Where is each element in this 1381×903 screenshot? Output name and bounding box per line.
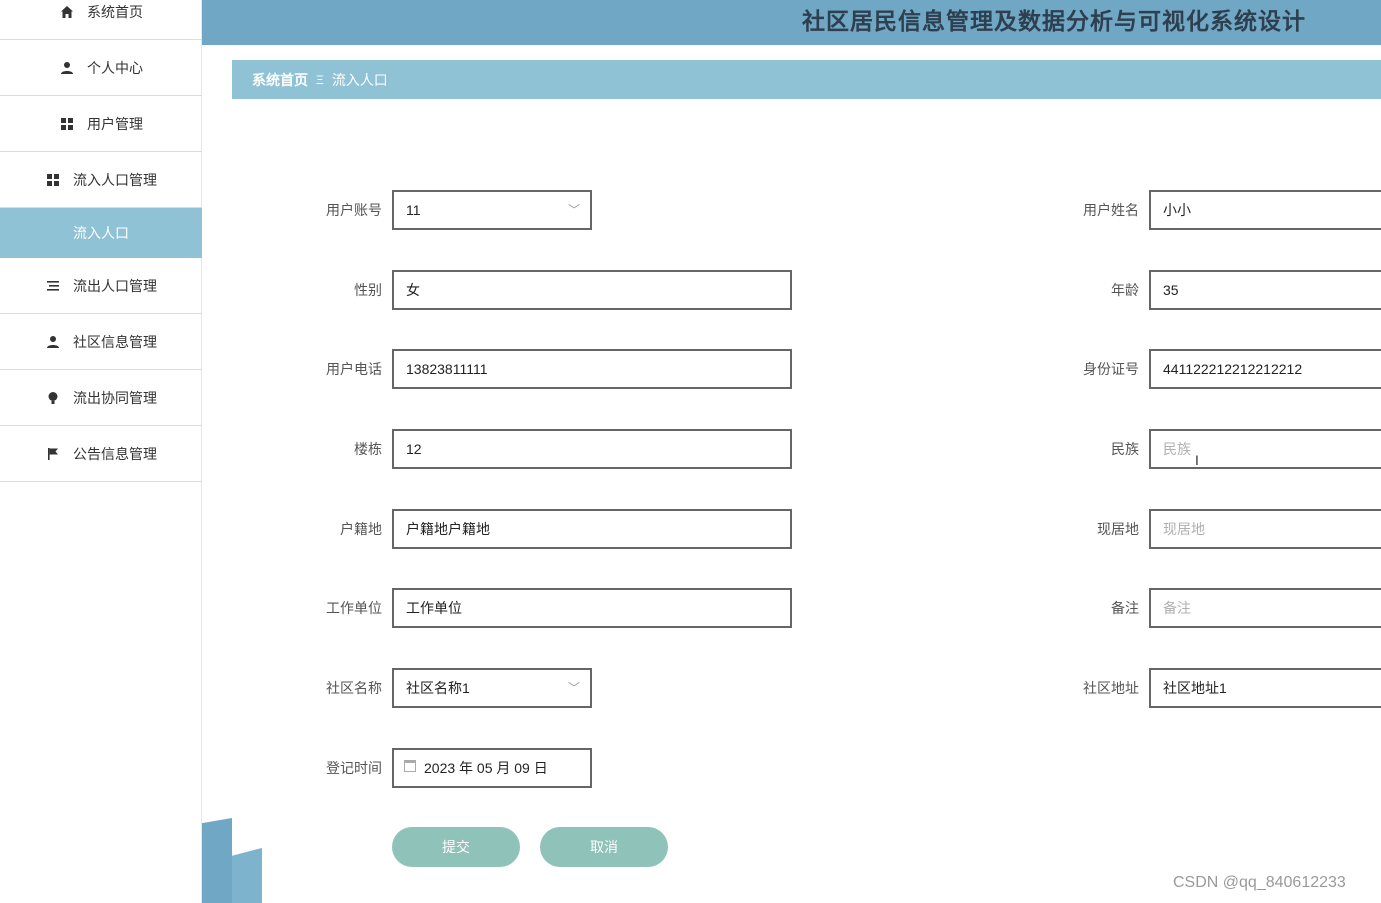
regtime-datepicker[interactable]: 2023 年 05 月 09 日: [392, 748, 592, 788]
building-field[interactable]: 12: [392, 429, 792, 469]
regtime-label: 登记时间: [326, 760, 382, 776]
building-label: 楼栋: [354, 441, 382, 457]
grid-icon: [59, 116, 75, 132]
top-header: 社区居民信息管理及数据分析与可视化系统设计: [202, 0, 1381, 45]
idcard-field[interactable]: 441122212212212212: [1149, 349, 1381, 389]
sidebar-item-label: 流入人口管理: [73, 171, 157, 188]
sidebar: 系统首页 个人中心 用户管理 流入人口管理 流入人口 流出人口管理 社区信息管理: [0, 0, 202, 903]
sidebar-item-outflow-coop[interactable]: 流出协同管理: [0, 370, 202, 426]
work-label: 工作单位: [326, 600, 382, 616]
idcard-label: 身份证号: [1083, 361, 1139, 377]
submit-button[interactable]: 提交: [392, 827, 520, 867]
sidebar-item-label: 用户管理: [87, 115, 143, 132]
sidebar-item-label: 流出协同管理: [73, 389, 157, 406]
watermark: CSDN @qq_840612233: [1173, 874, 1346, 891]
work-field[interactable]: 工作单位: [392, 588, 792, 628]
bulb-icon: [45, 390, 61, 406]
community-select[interactable]: 社区名称1 ﹀: [392, 668, 592, 708]
sidebar-item-label: 流出人口管理: [73, 277, 157, 294]
chevron-down-icon: ﹀: [567, 203, 580, 217]
residence-field[interactable]: 现居地: [1149, 509, 1381, 549]
age-label: 年龄: [1111, 282, 1139, 298]
chevron-down-icon: ﹀: [567, 681, 580, 695]
flag-icon: [45, 446, 61, 462]
sidebar-item-label: 流入人口: [73, 225, 129, 241]
sidebar-item-community[interactable]: 社区信息管理: [0, 314, 202, 370]
list-icon: [45, 278, 61, 294]
sidebar-item-notice[interactable]: 公告信息管理: [0, 426, 202, 482]
remark-field[interactable]: 备注: [1149, 588, 1381, 628]
hukou-field[interactable]: 户籍地户籍地: [392, 509, 792, 549]
regtime-value: 2023 年 05 月 09 日: [424, 760, 548, 776]
account-label: 用户账号: [326, 202, 382, 218]
ethnic-field[interactable]: 民族: [1149, 429, 1381, 469]
decorative-shape: [202, 818, 232, 903]
sidebar-item-home[interactable]: 系统首页: [0, 0, 202, 40]
breadcrumb: 系统首页 Ξ 流入人口: [232, 60, 1381, 99]
residence-label: 现居地: [1097, 521, 1139, 537]
community-label: 社区名称: [326, 680, 382, 696]
decorative-shape: [232, 848, 262, 903]
phone-field[interactable]: 13823811111: [392, 349, 792, 389]
home-icon: [59, 4, 75, 20]
phone-label: 用户电话: [326, 361, 382, 377]
ethnic-label: 民族: [1111, 441, 1139, 457]
sidebar-item-label: 系统首页: [87, 3, 143, 20]
remark-label: 备注: [1111, 600, 1139, 616]
cancel-button[interactable]: 取消: [540, 827, 668, 867]
sidebar-item-users[interactable]: 用户管理: [0, 96, 202, 152]
breadcrumb-home[interactable]: 系统首页: [252, 70, 308, 90]
calendar-icon: [404, 760, 416, 772]
gender-field[interactable]: 女: [392, 270, 792, 310]
account-value: 11: [406, 202, 421, 218]
account-select[interactable]: 11 ﹀: [392, 190, 592, 230]
user-icon: [59, 60, 75, 76]
sidebar-item-profile[interactable]: 个人中心: [0, 40, 202, 96]
sidebar-item-label: 个人中心: [87, 59, 143, 76]
system-title: 社区居民信息管理及数据分析与可视化系统设计: [802, 8, 1306, 34]
sidebar-item-outflow-management[interactable]: 流出人口管理: [0, 258, 202, 314]
sidebar-item-inflow[interactable]: 流入人口: [0, 208, 202, 258]
sidebar-item-inflow-management[interactable]: 流入人口管理: [0, 152, 202, 208]
breadcrumb-current: 流入人口: [331, 71, 388, 88]
hukou-label: 户籍地: [340, 521, 382, 537]
gender-label: 性别: [354, 282, 382, 298]
grid-icon: [45, 172, 61, 188]
address-field[interactable]: 社区地址1: [1149, 668, 1381, 708]
sidebar-item-label: 社区信息管理: [73, 333, 157, 350]
age-field[interactable]: 35: [1149, 270, 1381, 310]
sidebar-item-label: 公告信息管理: [73, 445, 157, 462]
address-label: 社区地址: [1083, 680, 1139, 696]
user-icon: [45, 334, 61, 350]
name-field[interactable]: 小小: [1149, 190, 1381, 230]
text-cursor-icon: I: [1195, 452, 1199, 468]
name-label: 用户姓名: [1083, 202, 1139, 218]
breadcrumb-separator: Ξ: [316, 72, 324, 87]
community-value: 社区名称1: [406, 680, 470, 696]
